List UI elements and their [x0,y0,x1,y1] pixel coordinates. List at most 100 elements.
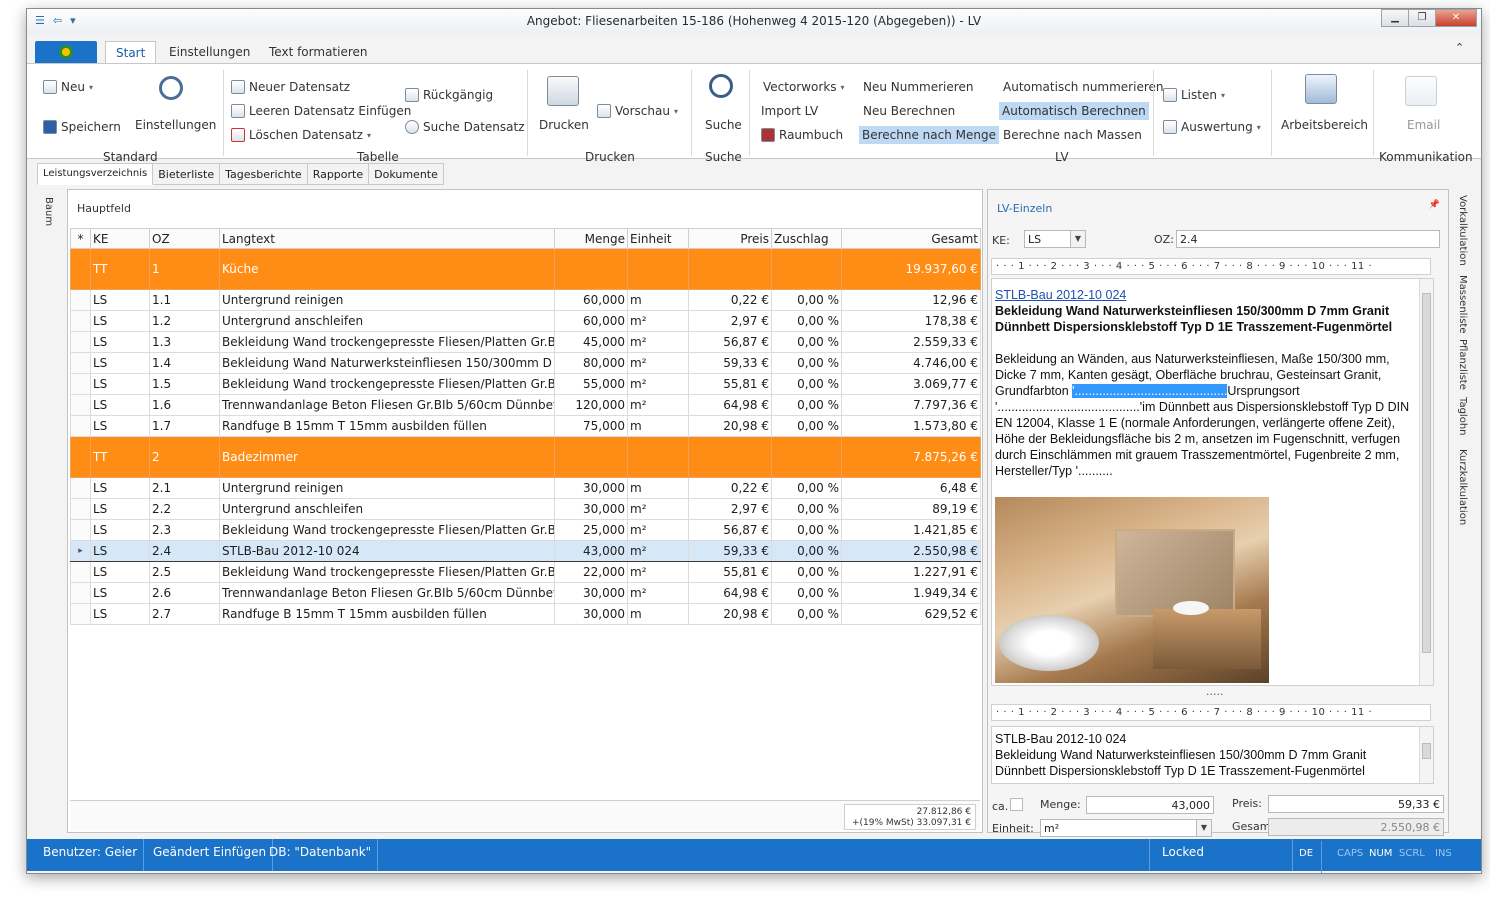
speichern-button[interactable]: Speichern [43,120,121,134]
cell-zuschlag[interactable]: 0,00 % [771,477,842,499]
cell-preis[interactable]: 59,33 € [688,540,772,562]
row-indicator[interactable] [70,561,91,583]
cell-preis[interactable]: 20,98 € [688,603,772,625]
cell-gesamt[interactable]: 1.227,91 € [841,561,981,583]
cell-ke[interactable]: LS [90,394,150,416]
cell-menge[interactable]: 55,000 [554,373,628,395]
cell-oz[interactable]: 2.3 [149,519,220,541]
cell-einheit[interactable]: m² [627,561,689,583]
cell-preis[interactable]: 2,97 € [688,310,772,332]
cell-preis[interactable]: 64,98 € [688,394,772,416]
cell-gesamt[interactable]: 2.559,33 € [841,331,981,353]
automatisch-nummerieren-button[interactable]: Automatisch nummerieren [1003,80,1164,94]
tab-bieterliste[interactable]: Bieterliste [153,163,221,185]
row-indicator[interactable] [70,582,91,604]
cell-text[interactable]: Untergrund reinigen [219,289,555,311]
row-indicator[interactable] [70,373,91,395]
import-lv-button[interactable]: Import LV [761,104,818,118]
cell-zuschlag[interactable]: 0,00 % [771,582,842,604]
cell-einheit[interactable]: m [627,289,689,311]
header-zuschlag[interactable]: Zuschlag [771,228,842,249]
tab-start[interactable]: Start [105,41,157,64]
cell-preis[interactable]: 0,22 € [688,477,772,499]
table-row[interactable]: LS 2.1 Untergrund reinigen 30,000 m 0,22 €0,0… [70,477,981,499]
langtext-editor[interactable]: STLB-Bau 2012-10 024 Bekleidung Wand Nat… [991,278,1434,686]
cell-ke[interactable]: LS [90,519,150,541]
table-row[interactable]: LS 2.7 Randfuge B 15mm T 15mm ausbilden fü… [70,603,981,625]
header-preis[interactable]: Preis [688,228,772,249]
cell-menge[interactable] [554,248,628,290]
cell-zuschlag[interactable]: 0,00 % [771,331,842,353]
header-einheit[interactable]: Einheit [627,228,689,249]
cell-gesamt[interactable]: 178,38 € [841,310,981,332]
cell-text[interactable]: Bekleidung Wand trockengepresste Fliesen… [219,331,555,353]
cell-oz[interactable]: 1.4 [149,352,220,374]
dock-tab-taglohn[interactable]: Taglohn [1457,397,1468,436]
chevron-down-icon[interactable]: ▼ [1070,231,1085,247]
cell-ke[interactable]: LS [90,603,150,625]
header-ke[interactable]: KE [90,228,150,249]
cell-oz[interactable]: 1.3 [149,331,220,353]
cell-oz[interactable]: 1.1 [149,289,220,311]
vectorworks-button[interactable]: Vectorworks ▾ [763,80,845,94]
automatisch-berechnen-button[interactable]: Automatisch Berechnen [999,102,1149,120]
cell-menge[interactable]: 80,000 [554,352,628,374]
row-indicator[interactable] [70,436,91,478]
cell-einheit[interactable]: m² [627,373,689,395]
table-row[interactable]: ▸ LS 2.4 STLB-Bau 2012-10 024 43,000 m² 59,33 … [70,540,981,562]
cell-oz[interactable]: 2.6 [149,582,220,604]
cell-einheit[interactable]: m² [627,331,689,353]
cell-gesamt[interactable]: 4.746,00 € [841,352,981,374]
neu-button[interactable]: Neu ▾ [43,80,93,94]
cell-zuschlag[interactable] [771,248,842,290]
cell-einheit[interactable]: m² [627,498,689,520]
auswertung-button[interactable]: Auswertung ▾ [1163,120,1261,134]
cell-gesamt[interactable]: 629,52 € [841,603,981,625]
cell-einheit[interactable]: m² [627,582,689,604]
cell-text[interactable]: Bekleidung Wand trockengepresste Fliesen… [219,373,555,395]
cell-zuschlag[interactable]: 0,00 % [771,373,842,395]
editor-scrollbar[interactable] [1419,279,1433,685]
vorschau-button[interactable]: Vorschau ▾ [597,104,678,118]
cell-einheit[interactable]: m² [627,519,689,541]
header-oz[interactable]: OZ [149,228,220,249]
neu-nummerieren-button[interactable]: Neu Nummerieren [863,80,973,94]
table-row[interactable]: LS 1.5 Bekleidung Wand trockengepresste Fl… [70,373,981,395]
cell-zuschlag[interactable]: 0,00 % [771,415,842,437]
table-row[interactable]: LS 2.2 Untergrund anschleifen 30,000 m² 2,97 … [70,498,981,520]
cell-einheit[interactable]: m² [627,540,689,562]
loeschen-datensatz-button[interactable]: Löschen Datensatz ▾ [231,128,371,142]
splitter-handle[interactable]: ····· [1206,688,1223,701]
header-menge[interactable]: Menge [554,228,628,249]
tab-einstellungen[interactable]: Einstellungen [169,45,250,59]
header-langtext[interactable]: Langtext [219,228,555,249]
cell-ke[interactable]: LS [90,561,150,583]
dock-tab-baum[interactable]: Baum [43,197,54,226]
drucken-button[interactable]: Drucken [539,118,589,132]
ca-checkbox[interactable] [1010,798,1023,811]
menge-field[interactable]: 43,000 [1086,796,1214,814]
cell-text[interactable]: Untergrund reinigen [219,477,555,499]
cell-text[interactable]: Untergrund anschleifen [219,310,555,332]
rueckgaengig-button[interactable]: Rückgängig [405,88,493,102]
cell-ke[interactable]: LS [90,477,150,499]
header-star[interactable]: * [70,228,91,249]
cell-preis[interactable]: 56,87 € [688,331,772,353]
cell-oz[interactable]: 2 [149,436,220,478]
application-button[interactable] [35,41,97,63]
cell-menge[interactable]: 120,000 [554,394,628,416]
cell-menge[interactable]: 30,000 [554,498,628,520]
neuer-datensatz-button[interactable]: Neuer Datensatz [231,80,350,94]
cell-text[interactable]: Badezimmer [219,436,555,478]
cell-ke[interactable]: LS [90,582,150,604]
cell-zuschlag[interactable]: 0,00 % [771,561,842,583]
short-text-ruler[interactable]: · · · 1 · · · 2 · · · 3 · · · 4 · · · 5 … [991,704,1431,721]
row-indicator[interactable] [70,498,91,520]
tab-tagesberichte[interactable]: Tagesberichte [220,163,308,185]
cell-preis[interactable]: 20,98 € [688,415,772,437]
cell-oz[interactable]: 1.2 [149,310,220,332]
cell-einheit[interactable]: m [627,603,689,625]
table-row[interactable]: LS 1.2 Untergrund anschleifen 60,000 m² 2,97 … [70,310,981,332]
table-row[interactable]: LS 1.7 Randfuge B 15mm T 15mm ausbilden fü… [70,415,981,437]
table-row[interactable]: LS 2.3 Bekleidung Wand trockengepresste Fl… [70,519,981,541]
